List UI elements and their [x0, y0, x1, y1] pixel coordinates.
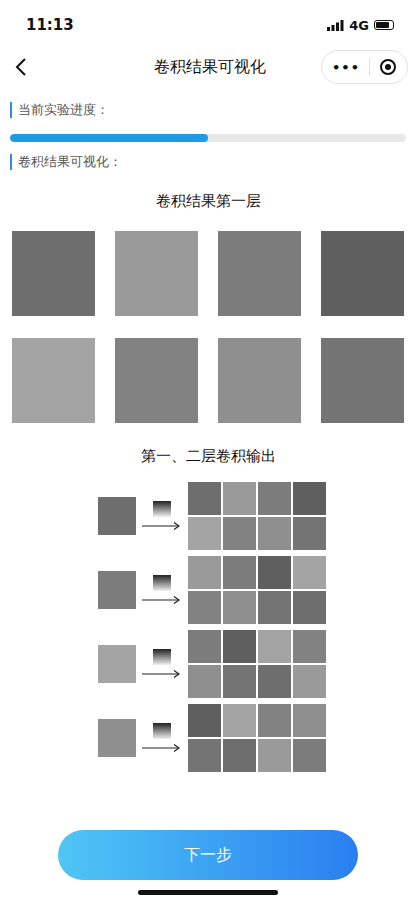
output-map	[293, 739, 326, 772]
output-map	[258, 517, 291, 550]
output-map	[258, 704, 291, 737]
output-map	[293, 482, 326, 515]
input-map	[98, 497, 136, 535]
output-group	[90, 704, 326, 772]
output-map	[293, 591, 326, 624]
page-title: 卷积结果可视化	[28, 57, 321, 78]
status-bar: 11:13 4G	[0, 0, 416, 44]
output-map	[223, 704, 256, 737]
layer-outputs	[10, 482, 406, 772]
feature-map	[218, 231, 301, 316]
battery-icon	[374, 20, 394, 30]
kernel-image	[153, 723, 171, 739]
feature-map	[321, 231, 404, 316]
output-map	[293, 630, 326, 663]
feature-map	[218, 338, 301, 423]
output-map	[258, 482, 291, 515]
output-map	[223, 591, 256, 624]
output-map	[293, 517, 326, 550]
output-map	[258, 591, 291, 624]
output-maps	[188, 556, 326, 624]
output-map	[188, 556, 221, 589]
output-maps	[188, 630, 326, 698]
status-time: 11:13	[26, 16, 74, 34]
kernel-image	[153, 649, 171, 665]
feature-map	[12, 338, 95, 423]
visualization-label: 卷积结果可视化：	[10, 154, 406, 170]
input-map	[98, 719, 136, 757]
home-indicator	[138, 890, 278, 895]
progress-label: 当前实验进度：	[10, 102, 406, 118]
feature-map	[321, 338, 404, 423]
output-map	[188, 739, 221, 772]
output-map	[223, 630, 256, 663]
nav-bar: 卷积结果可视化 •••	[0, 44, 416, 90]
output-map	[188, 482, 221, 515]
feature-map	[115, 338, 198, 423]
kernel-image	[153, 501, 171, 517]
arrow-icon	[142, 743, 182, 753]
kernel-image	[153, 575, 171, 591]
output-map	[188, 591, 221, 624]
network-type: 4G	[349, 18, 369, 33]
output-map	[293, 665, 326, 698]
output-group	[90, 482, 326, 550]
visualization-section: 卷积结果可视化： 卷积结果第一层第一、二层卷积输出	[0, 142, 416, 772]
screen: 11:13 4G 卷积结果可视化 ••• 当前实验进度： 卷积结果可视化： 卷积结果第一层第…	[0, 0, 416, 901]
first-layer-title: 卷积结果第一层	[10, 192, 406, 211]
arrow-icon	[142, 669, 182, 679]
progress-bar	[10, 134, 406, 142]
progress-section: 当前实验进度：	[0, 90, 416, 142]
output-map	[188, 665, 221, 698]
feature-map	[115, 231, 198, 316]
output-maps	[188, 704, 326, 772]
first-layer-maps	[10, 231, 406, 423]
capsule-menu: •••	[321, 50, 408, 84]
next-button[interactable]: 下一步	[58, 830, 358, 880]
output-map	[223, 556, 256, 589]
output-map	[293, 704, 326, 737]
output-map	[188, 517, 221, 550]
input-map	[98, 645, 136, 683]
output-map	[223, 482, 256, 515]
output-map	[188, 630, 221, 663]
output-group	[90, 556, 326, 624]
back-icon[interactable]	[14, 57, 28, 77]
output-map	[258, 665, 291, 698]
output-maps	[188, 482, 326, 550]
output-map	[258, 630, 291, 663]
status-indicators: 4G	[327, 18, 394, 33]
more-button[interactable]: •••	[332, 60, 360, 75]
signal-icon	[327, 20, 344, 31]
output-map	[223, 517, 256, 550]
output-map	[223, 739, 256, 772]
output-map	[258, 556, 291, 589]
output-group	[90, 630, 326, 698]
feature-map	[12, 231, 95, 316]
layer-outputs-title: 第一、二层卷积输出	[10, 447, 406, 466]
close-target-icon[interactable]	[379, 58, 397, 76]
output-map	[258, 739, 291, 772]
output-map	[293, 556, 326, 589]
output-map	[223, 665, 256, 698]
output-map	[188, 704, 221, 737]
input-map	[98, 571, 136, 609]
arrow-icon	[142, 521, 182, 531]
arrow-icon	[142, 595, 182, 605]
